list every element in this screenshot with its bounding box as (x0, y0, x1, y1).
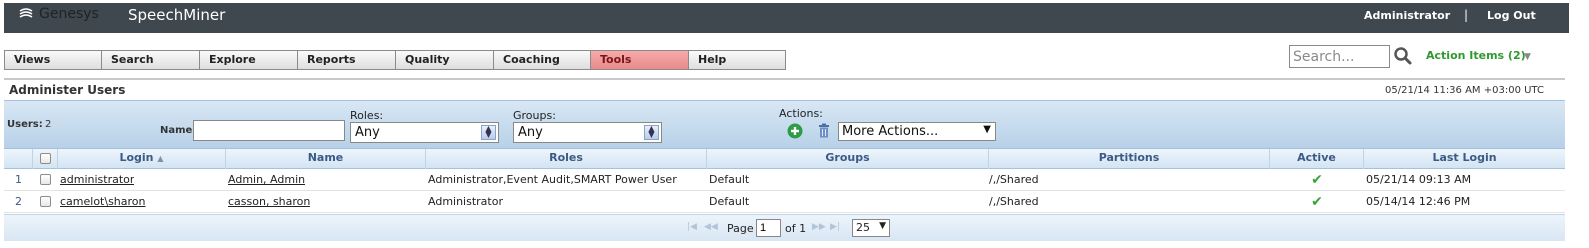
groups-selected-value: Any (518, 125, 543, 140)
tab-explore[interactable]: Explore (200, 51, 298, 69)
name-filter-input[interactable] (193, 120, 345, 141)
groups-filter-label: Groups: (513, 109, 556, 122)
col-header-last-login[interactable]: Last Login (1364, 149, 1565, 169)
current-user: Administrator (1364, 9, 1451, 22)
partitions-cell: /,/Shared (989, 173, 1039, 186)
more-actions-dropdown[interactable]: More Actions... ▼ (838, 122, 996, 141)
page-size-select[interactable]: 25 ▼ (852, 219, 890, 237)
name-link[interactable]: casson, sharon (228, 191, 310, 213)
tab-help[interactable]: Help (689, 51, 785, 69)
spinner-arrows-icon[interactable]: ▲ ▼ (644, 125, 659, 140)
row-checkbox[interactable] (40, 174, 51, 185)
tab-quality[interactable]: Quality (396, 51, 494, 69)
groups-cell: Default (709, 195, 750, 208)
tab-reports[interactable]: Reports (298, 51, 396, 69)
name-filter-label: Name: (160, 125, 197, 136)
last-page-icon[interactable]: ▶| (830, 222, 840, 232)
trash-icon[interactable] (818, 123, 830, 141)
prev-page-icon[interactable]: ◀◀ (704, 222, 718, 232)
roles-filter-label: Roles: (350, 109, 384, 122)
table-row[interactable]: 2 camelot\sharon casson, sharon Administ… (4, 191, 1565, 213)
first-page-icon[interactable]: |◀ (687, 222, 697, 232)
title-divider (4, 78, 1565, 80)
name-link[interactable]: Admin, Admin (228, 169, 305, 191)
users-count-label: Users: (7, 119, 43, 130)
roles-filter-select[interactable]: Any ▲ ▼ (350, 122, 499, 143)
col-header-name[interactable]: Name (226, 149, 426, 169)
main-nav: Views Search Explore Reports Quality Coa… (4, 50, 786, 70)
genesys-logo-icon (19, 8, 33, 18)
page-number-input[interactable] (756, 219, 781, 237)
login-text[interactable]: camelot\sharon (60, 195, 146, 208)
login-text[interactable]: administrator (60, 173, 134, 186)
name-text[interactable]: casson, sharon (228, 195, 310, 208)
search-icon[interactable] (1393, 46, 1413, 69)
page-label: Page (727, 222, 754, 235)
active-check-icon: ✔ (1311, 194, 1323, 210)
partitions-cell: /,/Shared (989, 195, 1039, 208)
spinner-arrows-icon[interactable]: ▲ ▼ (481, 125, 496, 140)
genesys-logo: Genesys (18, 6, 99, 22)
login-link[interactable]: camelot\sharon (60, 191, 146, 213)
more-actions-value: More Actions... (842, 124, 939, 139)
top-banner (4, 3, 1569, 33)
header-separator: | (1464, 8, 1469, 22)
actions-label: Actions: (779, 107, 823, 120)
users-count: 2 (45, 119, 52, 130)
col-login-label: Login (119, 151, 154, 164)
pager: |◀ ◀◀ Page of 1 ▶▶ ▶| 25 ▼ (4, 214, 1565, 241)
select-all-checkbox[interactable] (40, 153, 51, 164)
caret-down-icon: ▼ (879, 221, 886, 231)
add-user-icon[interactable] (787, 123, 803, 142)
page-count-label: of 1 (785, 222, 807, 235)
last-login-cell: 05/14/14 12:46 PM (1366, 195, 1471, 208)
page-size-value: 25 (856, 221, 870, 234)
page-title: Administer Users (9, 83, 126, 97)
app-name: SpeechMiner (128, 6, 226, 24)
tab-views[interactable]: Views (5, 51, 102, 69)
row-number: 2 (15, 195, 22, 208)
rownum-header (4, 149, 33, 169)
groups-filter-select[interactable]: Any ▲ ▼ (513, 122, 662, 143)
col-header-active[interactable]: Active (1270, 149, 1364, 169)
row-checkbox[interactable] (40, 196, 51, 207)
server-timestamp: 05/21/14 11:36 AM +03:00 UTC (1385, 85, 1544, 96)
col-header-roles[interactable]: Roles (426, 149, 707, 169)
roles-cell: Administrator (428, 195, 503, 208)
col-header-partitions[interactable]: Partitions (989, 149, 1270, 169)
tab-coaching[interactable]: Coaching (494, 51, 591, 69)
roles-cell: Administrator,Event Audit,SMART Power Us… (428, 173, 677, 186)
caret-down-icon: ▼ (983, 124, 991, 135)
sort-ascending-icon: ▲ (157, 154, 164, 163)
last-login-cell: 05/21/14 09:13 AM (1366, 173, 1472, 186)
table-row[interactable]: 1 administrator Admin, Admin Administrat… (4, 169, 1565, 191)
login-link[interactable]: administrator (60, 169, 134, 191)
tab-tools[interactable]: Tools (591, 51, 689, 69)
next-page-icon[interactable]: ▶▶ (812, 222, 826, 232)
select-all-header (33, 149, 58, 169)
chevron-down-icon[interactable]: ▼ (1524, 52, 1531, 62)
active-check-icon: ✔ (1311, 172, 1323, 188)
search-input[interactable] (1289, 45, 1390, 68)
col-header-groups[interactable]: Groups (707, 149, 989, 169)
grid-header: Login ▲ Name Roles Groups Partitions Act… (4, 148, 1565, 169)
groups-cell: Default (709, 173, 750, 186)
row-number: 1 (15, 173, 22, 186)
roles-selected-value: Any (355, 125, 380, 140)
name-text[interactable]: Admin, Admin (228, 173, 305, 186)
col-header-login[interactable]: Login ▲ (58, 149, 226, 169)
tab-search[interactable]: Search (102, 51, 200, 69)
brand-name: Genesys (39, 6, 99, 22)
logout-link[interactable]: Log Out (1487, 9, 1536, 22)
action-items-link[interactable]: Action Items (2) (1426, 49, 1526, 62)
